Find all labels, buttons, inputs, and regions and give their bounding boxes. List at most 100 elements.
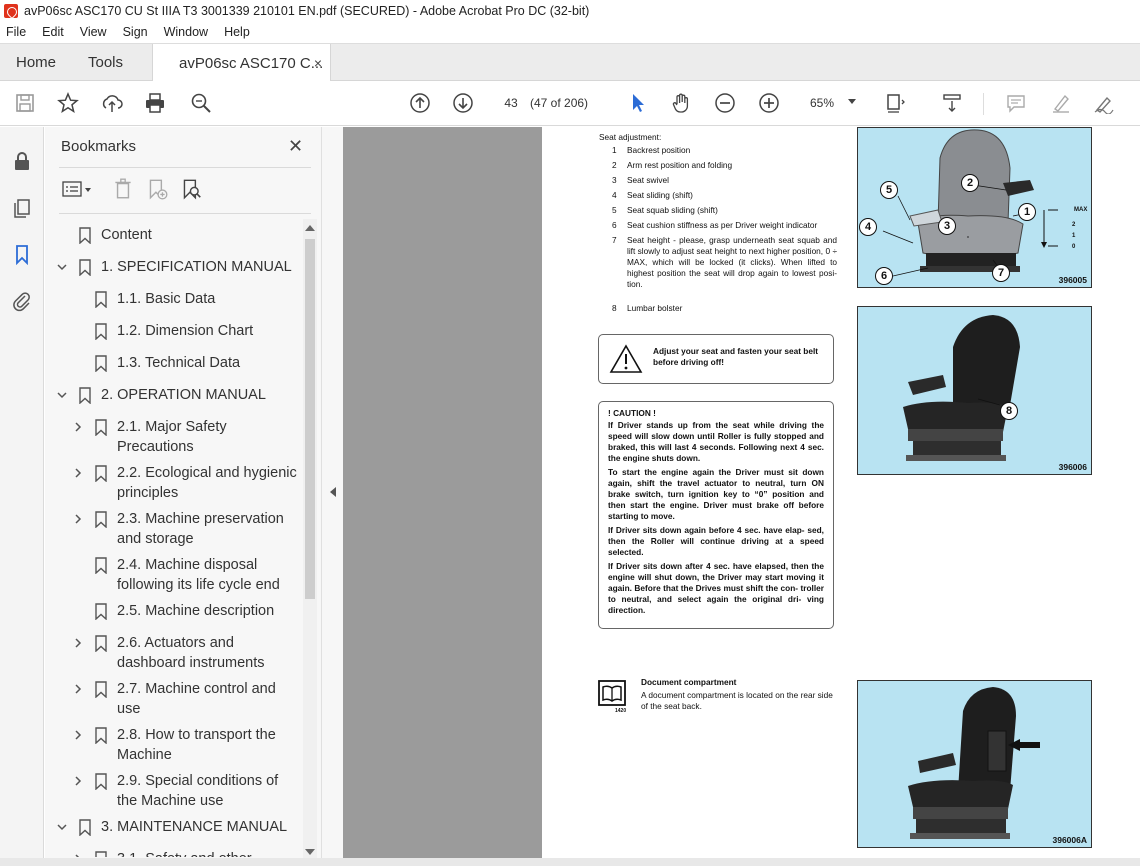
zoom-select[interactable]: 65% <box>800 91 862 115</box>
bookmark-item[interactable]: Content <box>45 225 303 251</box>
page-number-input[interactable]: 43 <box>497 91 525 115</box>
tab-tools[interactable]: Tools <box>88 44 123 81</box>
chevron-right-icon[interactable] <box>73 468 83 478</box>
sign-icon[interactable] <box>1092 91 1116 115</box>
document-viewport[interactable]: Seat adjustment: 1 Backrest position 2 Arm … <box>343 127 1140 866</box>
scrollbar-thumb[interactable] <box>305 239 315 599</box>
chevron-right-icon[interactable] <box>73 730 83 740</box>
scale-2: 2 <box>1072 222 1076 228</box>
scale-1: 1 <box>1072 233 1076 239</box>
menu-file[interactable]: File <box>4 25 28 39</box>
horizontal-scrollbar[interactable] <box>0 858 1140 866</box>
bookmark-label: 3.1. Safety and other <box>117 849 252 857</box>
options-menu-icon[interactable] <box>59 177 95 201</box>
menu-view[interactable]: View <box>78 25 109 39</box>
menu-help[interactable]: Help <box>222 25 252 39</box>
callout-6: 6 <box>875 267 893 285</box>
bookmark-label: 2.6. Actuators and <box>117 635 234 651</box>
bookmark-item[interactable]: 3. MAINTENANCE MANUAL <box>45 817 303 843</box>
lock-icon[interactable] <box>10 149 34 173</box>
scroll-down-arrow-icon[interactable] <box>305 849 315 855</box>
chevron-right-icon[interactable] <box>73 854 83 857</box>
tab-close-icon[interactable]: × <box>314 55 322 71</box>
bookmark-item[interactable]: 3.1. Safety and other <box>45 849 303 857</box>
bookmark-label: Content <box>101 227 152 243</box>
fit-page-icon[interactable] <box>884 91 908 115</box>
bookmark-item[interactable]: 2.8. How to transport the Machine <box>45 725 303 769</box>
bookmark-item[interactable]: 2.5. Machine description <box>45 601 303 627</box>
seat-item-number: 6 <box>612 220 617 230</box>
chevron-right-icon[interactable] <box>73 638 83 648</box>
caution-heading: ! CAUTION ! <box>608 408 656 418</box>
chevron-right-icon[interactable] <box>73 514 83 524</box>
chevron-right-icon[interactable] <box>73 422 83 432</box>
bookmark-icon <box>95 355 107 372</box>
star-icon[interactable] <box>56 91 80 115</box>
panel-splitter[interactable] <box>321 127 343 866</box>
menu-sign[interactable]: Sign <box>121 25 150 39</box>
bookmark-item[interactable]: 2.4. Machine disposal following its life … <box>45 555 303 599</box>
seat-item-text: Seat sliding (shift) <box>627 190 693 200</box>
caution-paragraph: To start the engine again the Driver mus… <box>608 467 824 521</box>
chevron-down-icon[interactable] <box>57 262 67 272</box>
comment-icon[interactable] <box>1004 91 1028 115</box>
bookmark-item[interactable]: 1.1. Basic Data <box>45 289 303 315</box>
print-icon[interactable] <box>143 91 167 115</box>
menu-window[interactable]: Window <box>162 25 210 39</box>
bookmark-item[interactable]: 2.9. Special conditions of the Machine us… <box>45 771 303 815</box>
collapse-panel-arrow-icon[interactable] <box>330 487 336 497</box>
new-bookmark-icon[interactable] <box>145 177 169 201</box>
hand-icon[interactable] <box>669 91 693 115</box>
tab-document[interactable]: avP06sc ASC170 C... × <box>152 44 331 82</box>
bookmark-label: and storage <box>117 531 194 547</box>
bookmarks-panel: Bookmarks ✕ Content 1. SPECIFICATION MANU… <box>45 127 321 866</box>
bookmark-item[interactable]: 1. SPECIFICATION MANUAL <box>45 257 303 283</box>
figure-number: 396006 <box>1058 462 1087 472</box>
zoom-in-icon[interactable] <box>757 91 781 115</box>
attachment-icon[interactable] <box>10 289 34 313</box>
chevron-right-icon[interactable] <box>73 684 83 694</box>
bookmark-label: 2.1. Major Safety <box>117 419 227 435</box>
seat-item-text: Backrest position <box>627 145 691 155</box>
toolbar-divider <box>983 93 984 115</box>
bookmark-item[interactable]: 1.3. Technical Data <box>45 353 303 379</box>
bookmark-label: 2.7. Machine control and <box>117 681 276 697</box>
pages-icon[interactable] <box>10 196 34 220</box>
search-zoom-icon[interactable] <box>189 91 213 115</box>
scroll-mode-icon[interactable] <box>940 91 964 115</box>
bookmark-item[interactable]: 2. OPERATION MANUAL <box>45 385 303 411</box>
title-bar: avP06sc ASC170 CU St IIIA T3 3001339 210… <box>0 0 1140 22</box>
highlight-icon[interactable] <box>1049 91 1073 115</box>
window-title: avP06sc ASC170 CU St IIIA T3 3001339 210… <box>24 4 590 18</box>
scroll-up-arrow-icon[interactable] <box>305 225 315 231</box>
delete-icon[interactable] <box>111 177 135 201</box>
warning-text: Adjust your seat and fasten your seat be… <box>653 346 819 367</box>
warning-triangle-icon <box>609 344 643 373</box>
page-up-icon[interactable] <box>408 91 432 115</box>
bookmarks-scrollbar[interactable] <box>303 219 317 861</box>
upload-icon[interactable] <box>100 91 124 115</box>
bookmark-item[interactable]: 2.6. Actuators and dashboard instruments <box>45 633 303 677</box>
chevron-down-icon[interactable] <box>57 390 67 400</box>
chevron-down-icon[interactable] <box>57 822 67 832</box>
seat-item-text: Seat cushion stiffness as per Driver wei… <box>627 220 818 230</box>
bookmark-item[interactable]: 2.1. Major Safety Precautions <box>45 417 303 461</box>
bookmark-item[interactable]: 2.3. Machine preservation and storage <box>45 509 303 553</box>
bookmark-label: 1.2. Dimension Chart <box>117 323 254 339</box>
seat-illustration <box>903 315 1020 461</box>
find-bookmark-icon[interactable] <box>179 177 203 201</box>
bookmark-item[interactable]: 2.2. Ecological and hygienic principles <box>45 463 303 507</box>
tab-home[interactable]: Home <box>16 44 56 81</box>
select-cursor-icon[interactable] <box>626 91 650 115</box>
close-icon[interactable]: ✕ <box>288 136 303 157</box>
zoom-out-icon[interactable] <box>713 91 737 115</box>
menu-edit[interactable]: Edit <box>40 25 66 39</box>
chevron-right-icon[interactable] <box>73 776 83 786</box>
page-count: (47 of 206) <box>530 96 589 110</box>
bookmark-item[interactable]: 2.7. Machine control and use <box>45 679 303 723</box>
bookmark-icon[interactable] <box>10 242 34 266</box>
page-down-icon[interactable] <box>451 91 475 115</box>
bookmark-item[interactable]: 1.2. Dimension Chart <box>45 321 303 347</box>
save-icon[interactable] <box>13 91 37 115</box>
seat-item-text: Arm rest position and folding <box>627 160 733 170</box>
